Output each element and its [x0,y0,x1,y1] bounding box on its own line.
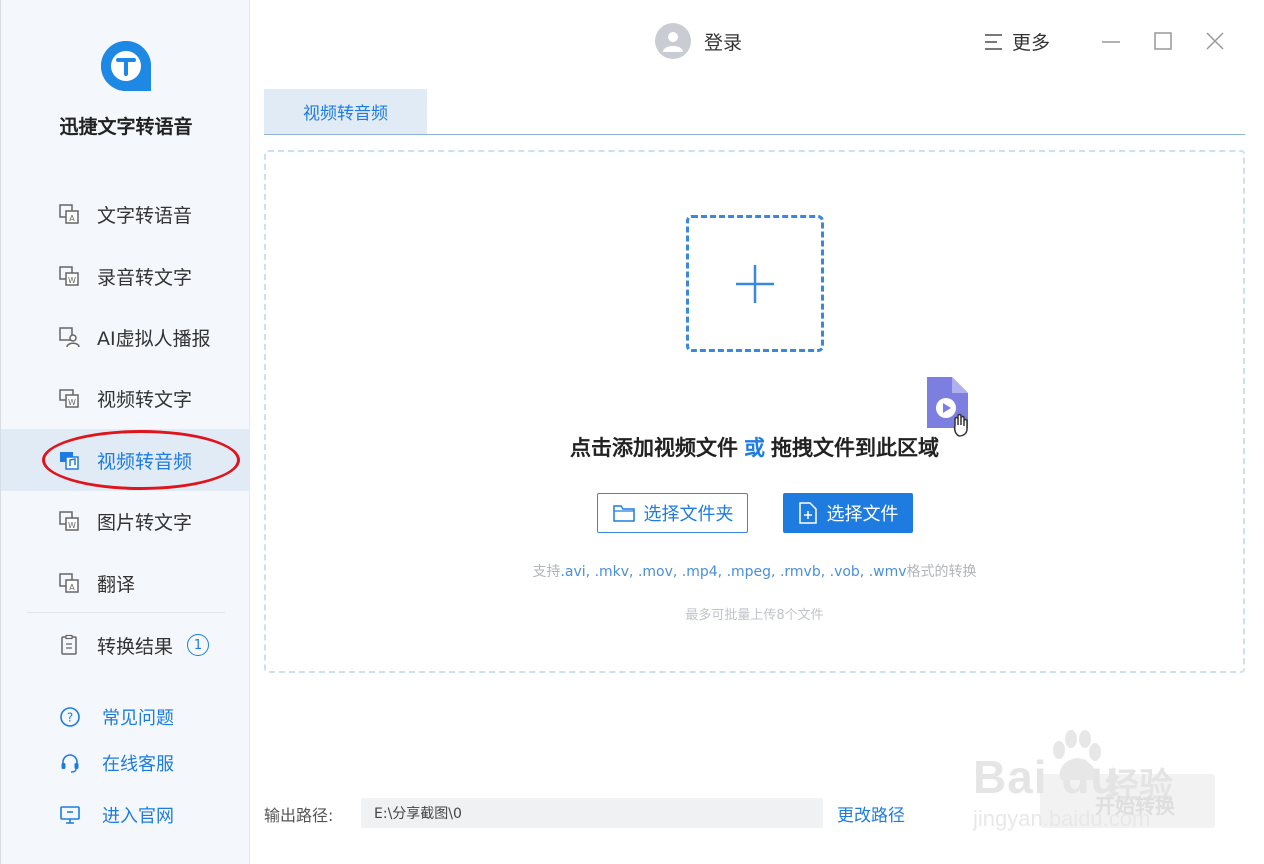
sidebar-item-results[interactable]: 转换结果 1 [1,614,250,676]
baidu-watermark: Bai du 经验 开始转换 jingyan.baidu.com [965,730,1225,840]
sidebar-divider [27,612,225,613]
select-file-label: 选择文件 [826,504,899,525]
close-icon [1206,32,1224,50]
formats-exts: .avi, .mkv, .mov, .mp4, .mpeg, .rmvb, .v… [560,564,907,580]
formats-prefix: 支持 [532,564,561,580]
video-to-text-icon: W [57,386,81,410]
add-file-icon [798,502,817,524]
sidebar-item-video-to-text[interactable]: W 视频转文字 [1,367,250,429]
menu-icon [985,33,1002,50]
link-faq[interactable]: ? 常见问题 [1,702,250,732]
svg-text:A: A [69,583,75,592]
link-label: 常见问题 [102,708,174,729]
sidebar-item-translate[interactable]: A 翻译 [1,552,250,614]
link-label: 进入官网 [102,806,174,827]
link-online-support[interactable]: 在线客服 [1,748,250,778]
minimize-icon [1102,41,1120,43]
drop-text-before: 点击添加视频文件 [570,436,738,460]
drop-text-after: 拖拽文件到此区域 [771,436,939,460]
headset-icon [58,751,82,775]
folder-icon [612,505,635,522]
link-official-site[interactable]: 进入官网 [1,800,250,830]
output-path-input[interactable] [361,798,823,828]
annotation-circle [42,430,240,490]
select-file-button[interactable]: 选择文件 [783,493,913,533]
svg-text:W: W [68,398,76,407]
sidebar-item-ai-avatar[interactable]: AI虚拟人播报 [1,306,250,368]
sidebar-item-label: 图片转文字 [97,511,193,534]
image-to-text-icon: W [57,509,81,533]
close-button[interactable] [1202,28,1228,54]
sidebar-item-audio-to-text[interactable]: W 录音转文字 [1,245,250,307]
maximize-button[interactable] [1150,28,1176,54]
select-folder-label: 选择文件夹 [643,504,734,525]
add-file-box[interactable] [686,215,824,352]
svg-text:A: A [69,214,75,223]
sidebar-item-text-to-speech[interactable]: A 文字转语音 [1,183,250,245]
more-label: 更多 [1012,32,1051,54]
upload-limit: 最多可批量上传8个文件 [685,608,824,623]
select-folder-button[interactable]: 选择文件夹 [597,493,748,533]
sidebar-item-label: 文字转语音 [97,204,193,227]
avatar [655,23,691,59]
tab-video-to-audio[interactable]: 视频转音频 [264,89,427,134]
audio-to-text-icon: W [57,264,81,288]
tab-divider [264,134,1245,135]
sidebar-item-label: 翻译 [97,573,136,596]
sidebar-item-label: 转换结果 [97,635,174,658]
login-label: 登录 [704,31,743,54]
svg-text:?: ? [67,711,73,725]
minimize-button[interactable] [1098,28,1124,54]
watermark-url: jingyan.baidu.com [973,806,1151,831]
results-count-badge: 1 [187,634,210,656]
app-logo-icon [101,41,151,91]
sidebar-item-label: 录音转文字 [97,266,193,289]
question-icon: ? [58,705,82,729]
drop-text-or: 或 [744,436,765,460]
monitor-icon [58,803,82,827]
svg-text:W: W [68,521,76,530]
translate-icon: A [57,571,81,595]
output-path-label: 输出路径: [264,806,334,825]
drop-instruction: 点击添加视频文件或拖拽文件到此区域 [264,432,1245,462]
sidebar-item-image-to-text[interactable]: W 图片转文字 [1,490,250,552]
plus-icon [736,264,774,303]
paw-icon [1053,730,1101,780]
supported-formats: 支持.avi, .mkv, .mov, .mp4, .mpeg, .rmvb, … [264,561,1245,581]
video-file-drag-icon [927,377,968,437]
sidebar-item-label: 视频转文字 [97,388,193,411]
maximize-icon [1154,32,1172,50]
clipboard-icon [57,633,81,657]
sidebar-item-label: AI虚拟人播报 [97,327,211,350]
change-path-link[interactable]: 更改路径 [837,801,905,826]
svg-text:W: W [68,276,76,285]
login-button[interactable]: 登录 [655,23,742,59]
text-to-speech-icon: A [57,202,81,226]
ai-avatar-icon [57,325,81,349]
link-label: 在线客服 [102,754,174,775]
app-title: 迅捷文字转语音 [59,116,193,138]
more-menu-button[interactable]: 更多 [984,28,1050,55]
user-icon [663,32,683,52]
formats-suffix: 格式的转换 [906,564,977,580]
